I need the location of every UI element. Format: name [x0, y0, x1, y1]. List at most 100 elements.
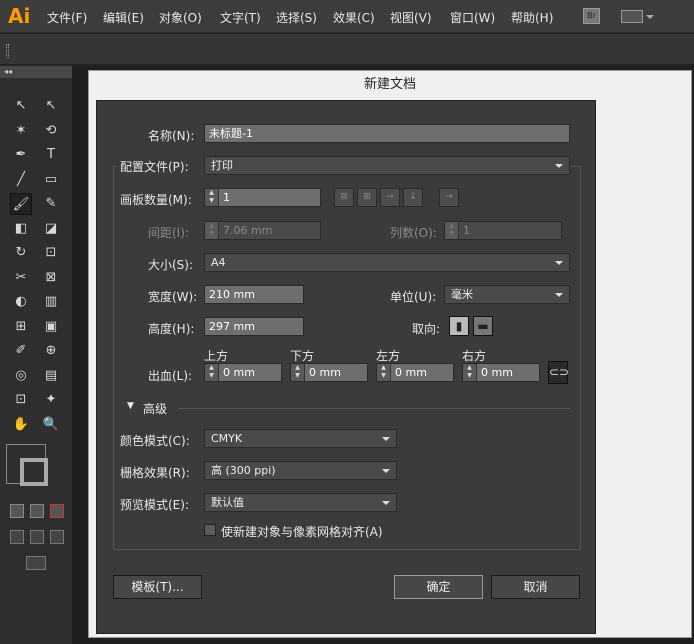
eraser-tool-icon[interactable]: ◪	[40, 218, 62, 240]
bridge-button[interactable]: Br	[583, 8, 600, 24]
blob-brush-tool-icon[interactable]: ◧	[10, 218, 32, 240]
tools-panel-header[interactable]: ◂◂	[0, 66, 72, 78]
align-pixel-grid-checkbox[interactable]	[204, 524, 216, 536]
workspace-switcher[interactable]	[621, 10, 654, 23]
collapse-triangle-icon[interactable]: ▼	[127, 401, 134, 411]
column-graph-tool-icon[interactable]: ▤	[40, 365, 62, 387]
app-logo: Ai	[8, 4, 31, 28]
spacing-spinner: ▲ ▼	[205, 222, 219, 239]
color-mode-dropdown[interactable]: CMYK	[204, 429, 397, 448]
free-transform-tool-icon[interactable]: ⊠	[40, 267, 62, 289]
magic-wand-tool-icon[interactable]: ✶	[10, 120, 32, 142]
raster-effects-dropdown[interactable]: 高 (300 ppi)	[204, 461, 397, 480]
type-tool-icon[interactable]: T	[40, 144, 62, 166]
zoom-tool-icon[interactable]: 🔍	[40, 414, 62, 436]
ok-button[interactable]: 确定	[394, 575, 483, 599]
lasso-tool-icon[interactable]: ⟲	[40, 120, 62, 142]
artboards-input[interactable]: 1	[204, 188, 321, 207]
orientation-label: 取向:	[412, 322, 441, 336]
units-dropdown[interactable]: 毫米	[444, 285, 570, 304]
grid-by-column-icon: ⊞	[357, 188, 377, 207]
cancel-button[interactable]: 取消	[491, 575, 580, 599]
bleed-top-label: 上方	[204, 349, 229, 363]
menu-help[interactable]: 帮助(H)	[511, 9, 553, 26]
menu-view[interactable]: 视图(V)	[390, 9, 432, 26]
rectangle-tool-icon[interactable]: ▭	[40, 169, 62, 191]
perspective-grid-tool-icon[interactable]: ▥	[40, 291, 62, 313]
bleed-label: 出血(L):	[148, 369, 193, 383]
menu-object[interactable]: 对象(O)	[159, 9, 202, 26]
paintbrush-tool-icon[interactable]: 🖌	[10, 193, 32, 215]
pen-tool-icon[interactable]: ✒	[10, 144, 32, 166]
columns-input: 1	[444, 221, 562, 240]
columns-spinner: ▲ ▼	[445, 222, 459, 239]
width-input[interactable]: 210 mm	[204, 285, 304, 304]
size-label: 大小(S):	[148, 258, 194, 272]
templates-button[interactable]: 模板(T)...	[113, 575, 202, 599]
preview-mode-label: 预览模式(E):	[120, 498, 189, 512]
size-dropdown[interactable]: A4	[204, 253, 570, 272]
gradient-mode-icon[interactable]	[30, 504, 44, 518]
raster-effects-label: 栅格效果(R):	[120, 466, 190, 480]
menu-file[interactable]: 文件(F)	[47, 9, 87, 26]
grip-icon[interactable]	[6, 44, 9, 58]
height-input[interactable]: 297 mm	[204, 317, 304, 336]
symbol-sprayer-tool-icon[interactable]: ◎	[10, 365, 32, 387]
draw-behind-icon[interactable]	[30, 530, 44, 544]
line-tool-icon[interactable]: ╱	[10, 169, 32, 191]
menu-effect[interactable]: 效果(C)	[333, 9, 375, 26]
bleed-left-label: 左方	[376, 349, 401, 363]
bleed-left-spinner[interactable]: ▲ ▼	[377, 364, 391, 381]
advanced-divider	[178, 408, 570, 409]
menu-select[interactable]: 选择(S)	[276, 9, 317, 26]
bleed-bottom-spinner[interactable]: ▲ ▼	[291, 364, 305, 381]
direct-selection-tool-icon[interactable]: ↖	[40, 95, 62, 117]
color-mode-icon[interactable]	[10, 504, 24, 518]
blend-tool-icon[interactable]: ⊕	[40, 340, 62, 362]
screen-mode-icon[interactable]	[26, 556, 46, 570]
grid-by-row-icon: ⊞	[334, 188, 354, 207]
stroke-swatch[interactable]	[20, 458, 48, 486]
color-mode-label: 颜色模式(C):	[120, 434, 190, 448]
arrange-by-row-icon: →	[380, 188, 400, 207]
right-to-left-icon: →	[439, 188, 459, 207]
scale-tool-icon[interactable]: ⊡	[40, 242, 62, 264]
name-input[interactable]: 未标题-1	[204, 124, 570, 143]
shape-builder-tool-icon[interactable]: ◐	[10, 291, 32, 313]
preview-mode-dropdown[interactable]: 默认值	[204, 493, 397, 512]
hand-tool-icon[interactable]: ✋	[10, 414, 32, 436]
profile-label: 配置文件(P):	[120, 160, 189, 174]
portrait-icon[interactable]: ▮	[449, 316, 469, 336]
gradient-tool-icon[interactable]: ▣	[40, 316, 62, 338]
warp-tool-icon[interactable]: ✂	[10, 267, 32, 289]
fill-stroke-swatches[interactable]	[6, 444, 48, 488]
height-label: 高度(H):	[148, 322, 195, 336]
none-mode-icon[interactable]	[50, 504, 64, 518]
menu-edit[interactable]: 编辑(E)	[103, 9, 144, 26]
draw-normal-icon[interactable]	[10, 530, 24, 544]
bleed-top-spinner[interactable]: ▲ ▼	[205, 364, 219, 381]
link-icon[interactable]: ⊂⊃	[548, 361, 569, 384]
control-bar	[0, 34, 694, 65]
eyedropper-tool-icon[interactable]: ✐	[10, 340, 32, 362]
draw-inside-icon[interactable]	[50, 530, 64, 544]
bleed-right-spinner[interactable]: ▲ ▼	[463, 364, 477, 381]
artboards-label: 画板数量(M):	[120, 193, 192, 207]
spacing-input: 7.06 mm	[204, 221, 321, 240]
menu-type[interactable]: 文字(T)	[220, 9, 261, 26]
width-label: 宽度(W):	[148, 290, 198, 304]
profile-dropdown[interactable]: 打印	[204, 156, 570, 175]
pencil-tool-icon[interactable]: ✎	[40, 193, 62, 215]
mesh-tool-icon[interactable]: ⊞	[10, 316, 32, 338]
artboard-tool-icon[interactable]: ⊡	[10, 389, 32, 411]
landscape-icon[interactable]: ▬	[473, 316, 493, 336]
advanced-label[interactable]: 高级	[143, 400, 167, 417]
align-pixel-grid-label[interactable]: 使新建对象与像素网格对齐(A)	[221, 523, 383, 540]
menu-window[interactable]: 窗口(W)	[450, 9, 495, 26]
rotate-tool-icon[interactable]: ↻	[10, 242, 32, 264]
columns-label: 列数(O):	[390, 226, 437, 240]
slice-tool-icon[interactable]: ✦	[40, 389, 62, 411]
bleed-right-label: 右方	[462, 349, 487, 363]
selection-tool-icon[interactable]: ↖	[10, 95, 32, 117]
artboards-spinner[interactable]: ▲ ▼	[205, 189, 219, 206]
